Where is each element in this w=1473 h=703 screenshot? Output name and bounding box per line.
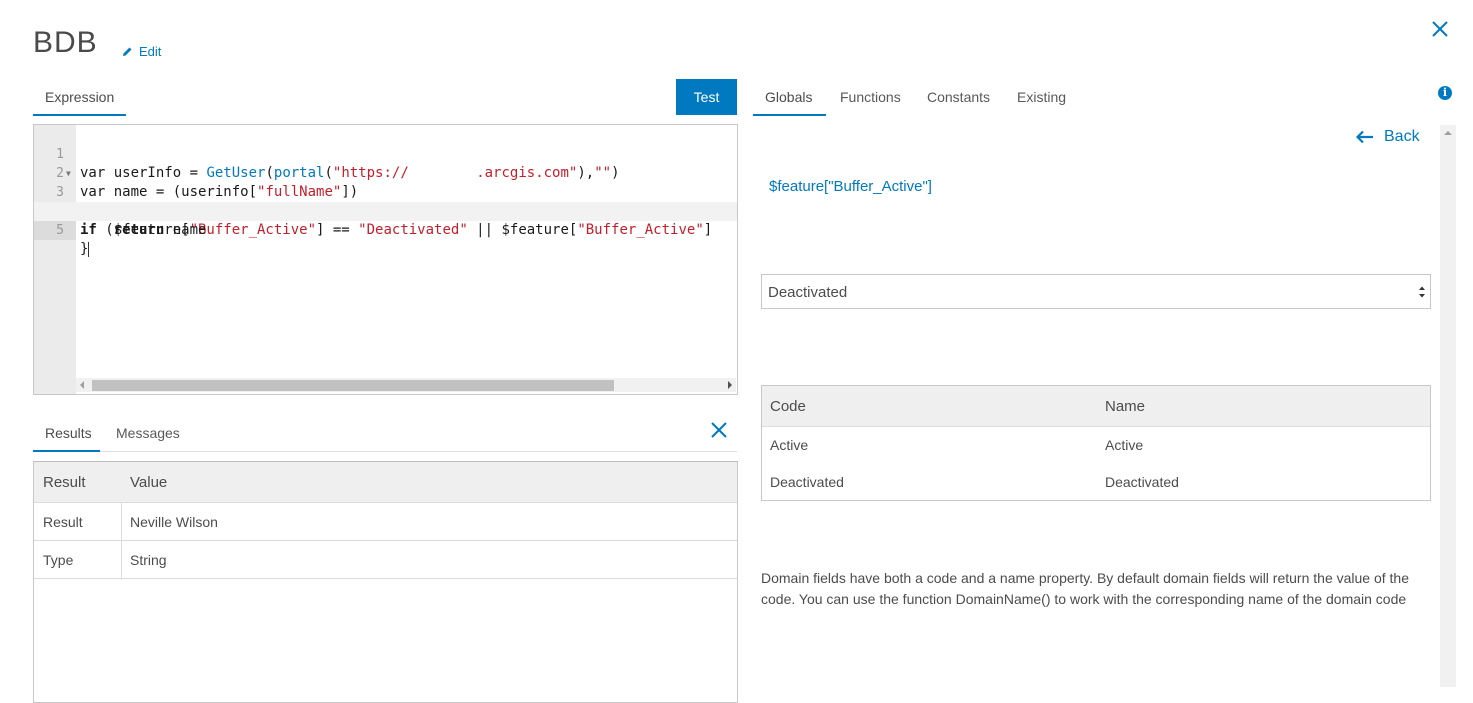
line-number: 5 [34,221,76,240]
tab-globals[interactable]: Globals [765,89,812,105]
fold-arrow-icon[interactable]: ▼ [66,164,71,183]
column-header-result: Result [43,474,86,491]
select-arrows-icon [1419,286,1425,298]
feature-link[interactable]: $feature["Buffer_Active"] [769,178,932,195]
domain-select[interactable]: Deactivated [761,274,1431,309]
results-tab-divider [33,451,737,452]
tab-existing[interactable]: Existing [1017,89,1066,105]
code-editor[interactable]: 1 var userInfo = GetUser(portal("https:/… [33,124,738,395]
table-row: Result Neville Wilson [34,503,737,541]
table-header: Code Name [762,386,1430,427]
column-header-value: Value [130,474,168,491]
cell-code: Deactivated [770,474,844,490]
page-title: BDB [33,26,98,59]
cell-key: Result [43,514,83,530]
edit-label: Edit [139,44,162,59]
table-row: Deactivated Deactivated [762,464,1430,501]
code-line[interactable]: 2 var name = (userinfo["fullName"]) [34,145,737,200]
domain-table: Code Name Active Active Deactivated Deac… [761,385,1431,501]
code-line[interactable]: 4 return name [34,183,737,238]
code-line[interactable]: 3 ▼ if ($feature["Buffer_Active"] == "De… [34,164,737,238]
close-icon[interactable] [710,421,728,439]
code-text: return name [113,222,207,238]
column-header-name: Name [1105,398,1146,415]
code-text: } [80,241,90,257]
cell-key: Type [43,552,74,568]
tab-results-underline [33,450,100,452]
tab-results[interactable]: Results [45,425,92,441]
tab-messages[interactable]: Messages [116,425,180,441]
tab-functions[interactable]: Functions [840,89,901,105]
scroll-up-icon[interactable] [1444,131,1452,135]
cell-value: String [130,552,167,568]
horizontal-scrollbar[interactable] [76,378,736,392]
cell-name: Deactivated [1105,474,1179,490]
select-value: Deactivated [768,284,848,301]
cell-name: Active [1105,437,1144,453]
column-header-code: Code [770,398,806,415]
table-row: Active Active [762,427,1430,464]
tab-expression[interactable]: Expression [45,89,114,105]
results-table: Result Value Result Neville Wilson Type … [33,461,738,703]
domain-description: Domain fields have both a code and a nam… [761,570,1410,607]
scrollbar-thumb[interactable] [92,380,614,391]
edit-title-button[interactable]: Edit [122,44,161,59]
table-row: Type String [34,541,737,579]
cell-code: Active [770,437,809,453]
code-line[interactable]: 1 var userInfo = GetUser(portal("https:/… [34,126,737,181]
back-button[interactable]: Back [1356,128,1420,146]
tab-globals-underline [753,114,826,116]
pencil-icon [123,47,132,56]
back-label: Back [1384,128,1420,145]
info-icon[interactable]: i [1438,86,1452,100]
cell-value: Neville Wilson [130,514,218,530]
close-icon[interactable] [1430,19,1450,39]
scroll-right-icon[interactable] [728,381,732,389]
code-line-current[interactable]: 5 } [34,202,737,257]
tab-expression-underline [33,114,126,116]
arrow-left-icon [1356,130,1373,144]
table-header: Result Value [34,462,737,503]
scroll-left-icon[interactable] [80,381,84,389]
vertical-scrollbar[interactable] [1440,125,1456,687]
test-button[interactable]: Test [676,79,737,115]
tab-constants[interactable]: Constants [927,89,990,105]
